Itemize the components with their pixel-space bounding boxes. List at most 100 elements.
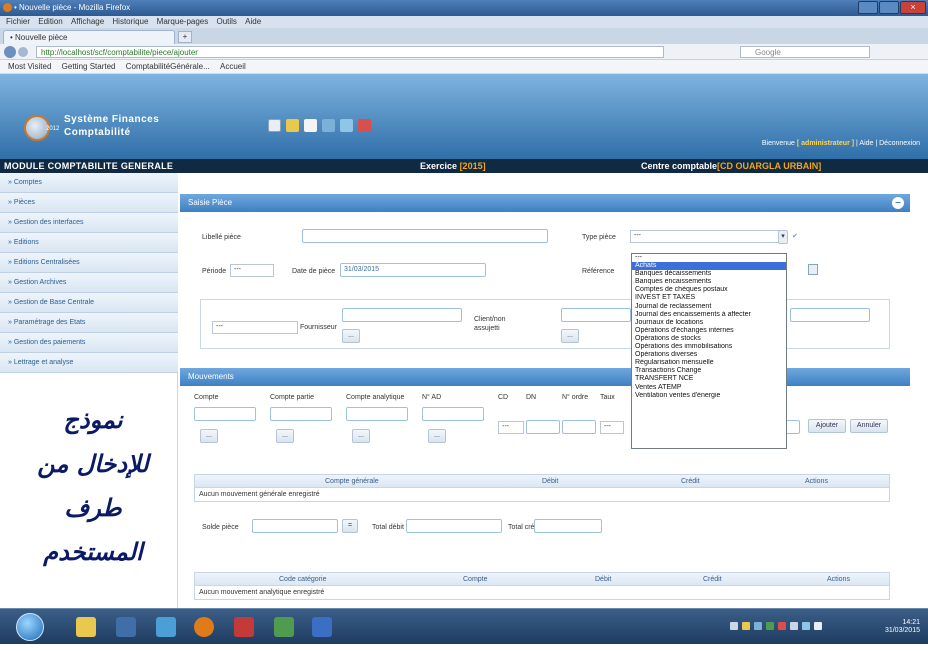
periode-select[interactable]: --- [230,264,274,277]
dropdown-option[interactable]: Ventes ATEMP [632,384,786,392]
menu-tools[interactable]: Outils [216,16,236,28]
search-input[interactable]: Google [740,46,870,58]
print-icon[interactable] [322,119,335,132]
firefox-taskbar-icon[interactable] [194,617,214,637]
dropdown-option-highlighted[interactable]: Achats [632,262,786,271]
compte-partie-input[interactable] [270,407,332,421]
dropdown-option[interactable]: Opérations diverses [632,351,786,359]
menu-help[interactable]: Aide [245,16,261,28]
sidebar-item-base-centrale[interactable]: » Gestion de Base Centrale [0,293,178,313]
fournisseur-label: Fournisseur [300,324,337,331]
exercice: Exercice [2015] [420,161,486,171]
access-icon[interactable] [234,617,254,637]
client-code-input[interactable] [561,308,631,322]
menu-file[interactable]: Fichier [6,16,30,28]
dropdown-option[interactable]: Opérations d'échanges internes [632,327,786,335]
client-name-input[interactable] [790,308,870,322]
sidebar-item-editions[interactable]: » Editions [0,233,178,253]
back-arrow-icon[interactable] [4,46,16,58]
chart-icon[interactable] [358,119,371,132]
dropdown-option[interactable]: Journal des encaissements à affecter [632,311,786,319]
minimize-button[interactable] [858,1,878,14]
menu-history[interactable]: Historique [112,16,148,28]
url-bar[interactable]: http://localhost/scf/comptabilite/piece/… [36,46,664,58]
dropdown-option[interactable]: Régularisation mensuelle [632,359,786,367]
close-button[interactable]: × [900,1,926,14]
dropdown-option[interactable]: Transactions Change [632,367,786,375]
forward-arrow-icon[interactable] [18,47,28,57]
compte-analytique-input[interactable] [346,407,408,421]
welcome-links[interactable]: | Aide | Déconnexion [856,140,920,147]
sidebar-item-pieces[interactable]: » Pièces [0,193,178,213]
nad-input[interactable] [422,407,484,421]
dropdown-option[interactable]: Opérations de stocks [632,335,786,343]
excel-icon[interactable] [274,617,294,637]
browser-tab[interactable]: • Nouvelle pièce [3,30,175,44]
home-icon[interactable] [304,119,317,132]
sidebar-item-comptes[interactable]: » Comptes [0,173,178,193]
client-lookup-button[interactable]: ... [561,329,579,343]
collapse-icon[interactable]: – [892,197,904,209]
sidebar-item-interfaces[interactable]: » Gestion des interfaces [0,213,178,233]
dropdown-option[interactable]: --- [632,254,786,262]
folder-icon[interactable] [286,119,299,132]
sidebar-item-lettrage[interactable]: » Lettrage et analyse [0,353,178,373]
ajouter-button[interactable]: Ajouter [808,419,846,433]
dropdown-option[interactable]: Banques décaissements [632,270,786,278]
start-button-icon[interactable] [16,613,44,641]
clock[interactable]: 14:21 31/03/2015 [885,619,920,635]
nordre-input[interactable] [562,420,596,434]
bookmark-getting-started[interactable]: Getting Started [62,60,116,74]
dn-input[interactable] [526,420,560,434]
chevron-down-icon[interactable]: ▾ [778,230,788,244]
messenger-icon[interactable] [156,617,176,637]
dropdown-option[interactable]: Comptes de chèques postaux [632,286,786,294]
total-credit-input[interactable] [534,519,602,533]
bookmark-comptabilite[interactable]: ComptabilitéGénérale... [126,60,210,74]
new-tab-button[interactable]: + [178,31,192,43]
type-piece-dropdown[interactable]: --- Achats Banques décaissements Banques… [631,253,787,449]
annuler-button[interactable]: Annuler [850,419,888,433]
equals-button[interactable]: = [342,519,358,533]
dropdown-option[interactable]: Ventilation ventes d'énergie [632,392,786,400]
compte-analytique-lookup-button[interactable]: ... [352,429,370,443]
calendar-icon[interactable] [808,264,818,275]
dropdown-option[interactable]: INVEST ET TAXES [632,294,786,302]
bookmark-accueil[interactable]: Accueil [220,60,246,74]
date-input[interactable]: 31/03/2015 [340,263,486,277]
explorer-icon[interactable] [76,617,96,637]
saisie-piece-header: Saisie Pièce – [180,194,910,212]
dropdown-option[interactable]: Opérations des immobilisations [632,343,786,351]
dropdown-option[interactable]: Journal de reclassement [632,303,786,311]
dropdown-option[interactable]: Banques encaissements [632,278,786,286]
sidebar-item-archives[interactable]: » Gestion Archives [0,273,178,293]
compte-input[interactable] [194,407,256,421]
word-icon[interactable] [312,617,332,637]
compte-partie-lookup-button[interactable]: ... [276,429,294,443]
sidebar-item-editions-centralisees[interactable]: » Editions Centralisées [0,253,178,273]
sidebar-item-parametrage[interactable]: » Paramétrage des Etats [0,313,178,333]
document-icon[interactable] [268,119,281,132]
check-icon[interactable]: ✔ [792,232,798,240]
fournisseur-code-input[interactable] [342,308,462,322]
network-icon[interactable] [340,119,353,132]
bookmark-most-visited[interactable]: Most Visited [8,60,51,74]
dropdown-option[interactable]: Journaux de locations [632,319,786,327]
total-debit-input[interactable] [406,519,502,533]
sidebar-item-paiements[interactable]: » Gestion des paiements [0,333,178,353]
fournisseur-select[interactable]: --- [212,321,298,334]
menu-bookmarks[interactable]: Marque-pages [157,16,209,28]
libelle-input[interactable] [302,229,548,243]
solde-input[interactable] [252,519,338,533]
menu-view[interactable]: Affichage [71,16,104,28]
nad-lookup-button[interactable]: ... [428,429,446,443]
cd-select[interactable]: --- [498,421,524,434]
type-piece-select[interactable]: --- [630,230,780,243]
fournisseur-lookup-button[interactable]: ... [342,329,360,343]
menu-edit[interactable]: Edition [38,16,62,28]
media-icon[interactable] [116,617,136,637]
dropdown-option[interactable]: TRANSFERT NCE [632,375,786,383]
taux-select[interactable]: --- [600,421,624,434]
compte-lookup-button[interactable]: ... [200,429,218,443]
maximize-button[interactable] [879,1,899,14]
